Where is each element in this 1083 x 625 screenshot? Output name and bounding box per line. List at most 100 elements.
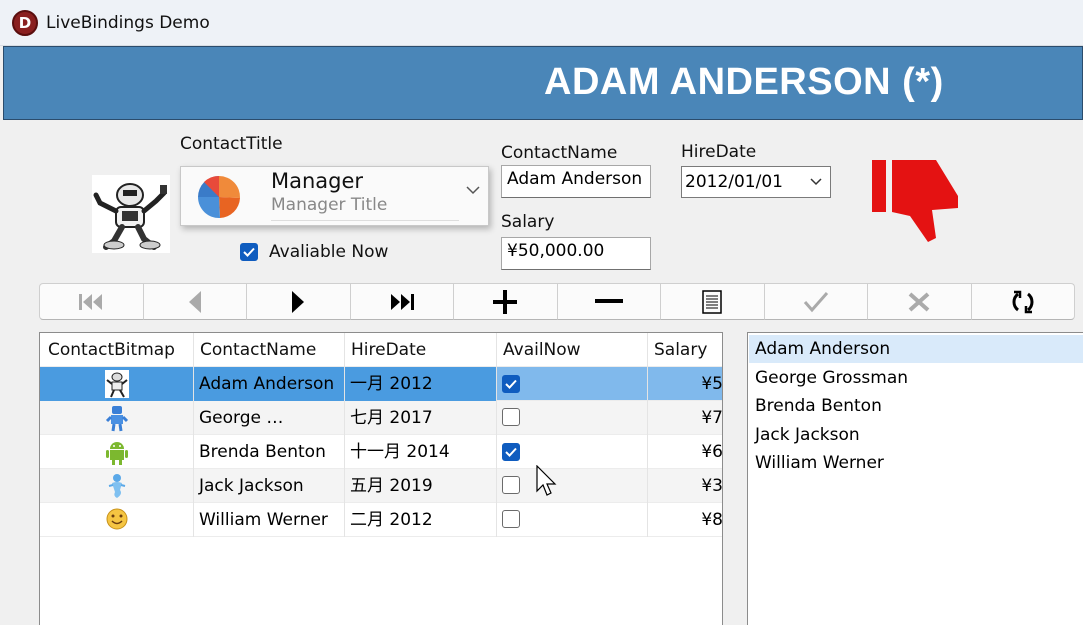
column-header[interactable]: Salary bbox=[648, 333, 722, 367]
title-bar: D LiveBindings Demo bbox=[0, 0, 1083, 46]
row-hire-date: 十一月 2014 bbox=[345, 435, 497, 469]
column-header[interactable]: ContactName bbox=[194, 333, 345, 367]
plus-icon bbox=[493, 289, 518, 314]
row-avail-now bbox=[497, 435, 648, 469]
row-hire-date: 二月 2012 bbox=[345, 503, 497, 537]
row-avail-now bbox=[497, 401, 648, 435]
list-item[interactable]: George Grossman bbox=[749, 364, 1083, 392]
row-salary: ¥5 bbox=[701, 374, 723, 394]
nav-next-button[interactable] bbox=[246, 283, 351, 320]
refresh-icon bbox=[1012, 290, 1034, 313]
row-contact-name: George … bbox=[194, 401, 345, 435]
row-hire-date: 七月 2017 bbox=[345, 401, 497, 435]
chevron-down-icon[interactable] bbox=[466, 185, 480, 195]
row-salary: ¥7 bbox=[701, 408, 723, 428]
robot-photo-icon bbox=[92, 175, 170, 253]
nav-prior-button[interactable] bbox=[142, 283, 247, 320]
row-avail-now bbox=[497, 503, 648, 537]
row-bitmap bbox=[40, 503, 194, 537]
checkmark-icon bbox=[803, 291, 828, 312]
row-salary: ¥8 bbox=[701, 510, 723, 530]
contact-title-combo[interactable]: Manager Manager Title bbox=[180, 166, 489, 226]
android-icon bbox=[105, 442, 128, 465]
edit-icon bbox=[702, 289, 722, 314]
row-avail-now bbox=[497, 367, 648, 401]
row-contact-name: Brenda Benton bbox=[194, 435, 345, 469]
header-title: ADAM ANDERSON (*) bbox=[544, 61, 944, 103]
column-header[interactable]: AvailNow bbox=[497, 333, 648, 367]
next-icon bbox=[292, 290, 305, 313]
robot-icon bbox=[104, 370, 129, 398]
row-hire-date: 五月 2019 bbox=[345, 469, 497, 503]
window-title: LiveBindings Demo bbox=[46, 13, 210, 33]
checkbox-checked-icon[interactable] bbox=[240, 243, 258, 261]
salary-label: Salary bbox=[501, 212, 555, 232]
hire-date-value: 2012/01/01 bbox=[685, 172, 783, 192]
contact-name-label: ContactName bbox=[501, 143, 618, 163]
nav-cancel-button[interactable] bbox=[867, 283, 972, 320]
list-item[interactable]: Adam Anderson bbox=[749, 335, 1083, 363]
prior-icon bbox=[188, 290, 201, 313]
db-navigator bbox=[39, 283, 1075, 320]
table-row[interactable]: Adam Anderson 一月 2012 ¥5 bbox=[40, 367, 723, 401]
checkbox-checked-icon[interactable] bbox=[502, 443, 520, 461]
list-item[interactable]: William Werner bbox=[749, 449, 1083, 477]
available-now-checkbox[interactable]: Avaliable Now bbox=[240, 242, 388, 262]
app-logo-icon: D bbox=[12, 10, 38, 36]
checkbox-unchecked-icon[interactable] bbox=[502, 510, 520, 528]
row-hire-date: 一月 2012 bbox=[345, 367, 497, 401]
genie-icon bbox=[108, 474, 125, 498]
minus-icon bbox=[594, 298, 623, 303]
hire-date-label: HireDate bbox=[681, 142, 757, 162]
grid-header-row: ContactBitmap ContactName HireDate Avail… bbox=[40, 333, 722, 367]
cancel-icon bbox=[908, 292, 930, 311]
list-item[interactable]: Brenda Benton bbox=[749, 392, 1083, 420]
column-header[interactable]: ContactBitmap bbox=[40, 333, 194, 367]
checkbox-checked-icon[interactable] bbox=[502, 375, 520, 393]
nav-delete-button[interactable] bbox=[556, 283, 661, 320]
contact-name-list[interactable]: Adam Anderson George Grossman Brenda Ben… bbox=[747, 332, 1083, 625]
list-item[interactable]: Jack Jackson bbox=[749, 421, 1083, 449]
first-icon bbox=[79, 293, 103, 310]
checkbox-unchecked-icon[interactable] bbox=[502, 408, 520, 426]
contact-title-value: Manager bbox=[271, 169, 364, 193]
contact-title-label: ContactTitle bbox=[180, 134, 283, 154]
row-bitmap bbox=[40, 469, 194, 503]
salary-field[interactable]: ¥50,000.00 bbox=[501, 237, 651, 270]
row-contact-name: Jack Jackson bbox=[194, 469, 345, 503]
row-contact-name: William Werner bbox=[194, 503, 345, 537]
row-salary: ¥3 bbox=[701, 476, 723, 496]
contact-name-field[interactable]: Adam Anderson bbox=[501, 165, 651, 198]
available-now-label: Avaliable Now bbox=[269, 242, 389, 262]
combo-divider bbox=[271, 220, 459, 221]
nav-insert-button[interactable] bbox=[453, 283, 558, 320]
last-icon bbox=[390, 293, 414, 310]
row-bitmap bbox=[40, 401, 194, 435]
row-avail-now bbox=[497, 469, 648, 503]
smiley-icon bbox=[106, 508, 127, 530]
chevron-down-icon[interactable] bbox=[810, 178, 822, 186]
nav-edit-button[interactable] bbox=[660, 283, 765, 320]
table-row[interactable]: George … 七月 2017 ¥7 bbox=[40, 401, 723, 435]
column-header[interactable]: HireDate bbox=[345, 333, 497, 367]
nav-post-button[interactable] bbox=[763, 283, 868, 320]
nav-first-button[interactable] bbox=[39, 283, 144, 320]
mouse-cursor-icon bbox=[536, 465, 557, 496]
row-contact-name: Adam Anderson bbox=[194, 367, 345, 401]
pie-chart-icon bbox=[197, 175, 241, 219]
hire-date-picker[interactable]: 2012/01/01 bbox=[681, 166, 831, 198]
header-banner: ADAM ANDERSON (*) bbox=[3, 46, 1083, 120]
checkbox-unchecked-icon[interactable] bbox=[502, 476, 520, 494]
blue-robot-icon bbox=[105, 406, 128, 432]
table-row[interactable]: Brenda Benton 十一月 2014 ¥6 bbox=[40, 435, 723, 469]
nav-last-button[interactable] bbox=[349, 283, 454, 320]
row-salary: ¥6 bbox=[701, 442, 723, 462]
table-row[interactable]: William Werner 二月 2012 ¥8 bbox=[40, 503, 723, 537]
row-bitmap bbox=[40, 435, 194, 469]
thumbs-down-icon bbox=[872, 160, 958, 242]
table-row[interactable]: Jack Jackson 五月 2019 ¥3 bbox=[40, 469, 723, 503]
contacts-grid[interactable]: ContactBitmap ContactName HireDate Avail… bbox=[39, 332, 723, 625]
contact-title-subtext: Manager Title bbox=[271, 195, 388, 215]
nav-refresh-button[interactable] bbox=[970, 283, 1075, 320]
row-bitmap bbox=[40, 367, 194, 401]
